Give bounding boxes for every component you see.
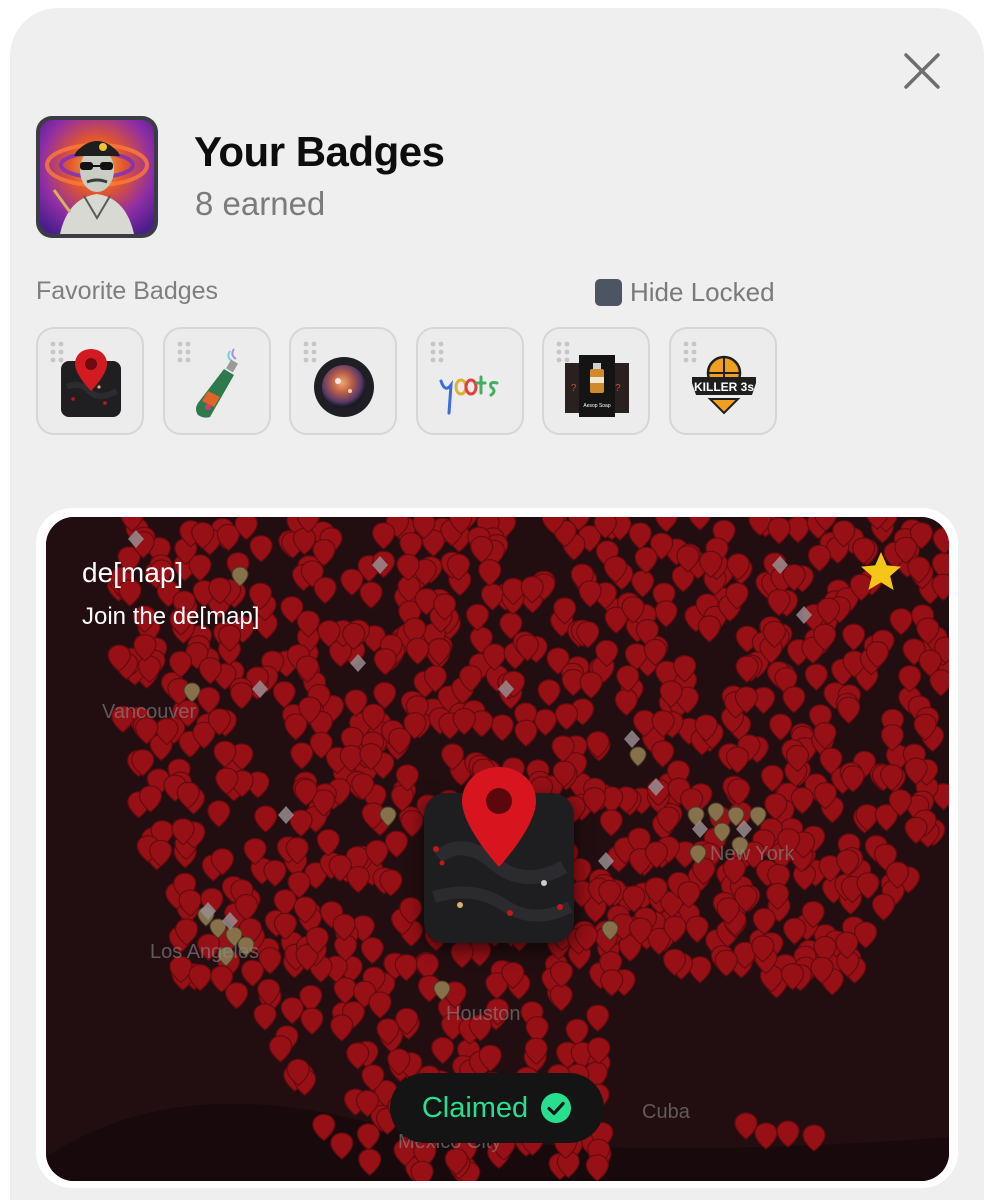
page-title: Your Badges (194, 128, 445, 175)
svg-text:?: ? (615, 383, 621, 394)
favorite-badge-aesop[interactable]: ? ? Aesop Soap (542, 327, 650, 435)
favorite-badges-label: Favorite Badges (36, 277, 219, 305)
svg-text:?: ? (571, 383, 577, 394)
map-label-vancouver: Vancouver (102, 701, 197, 723)
map-label-los-angeles: Los Angeles (150, 941, 259, 963)
demap-badge-image (424, 767, 574, 943)
badge-description: Join the de[map] (82, 603, 260, 630)
svg-text:KILLER 3s: KILLER 3s (694, 380, 754, 394)
map-label-houston: Houston (446, 1003, 521, 1025)
check-circle-icon (541, 1093, 572, 1123)
map-pin-icon (61, 349, 121, 417)
favorite-badge-bottle[interactable] (163, 327, 271, 435)
featured-badge-card[interactable]: Vancouver Los Angeles Houston New York C… (46, 517, 949, 1181)
avatar-image (40, 120, 154, 234)
map-label-new-york: New York (710, 843, 795, 865)
map-label-cuba: Cuba (642, 1101, 690, 1123)
star-icon[interactable] (858, 549, 904, 595)
close-button[interactable] (897, 46, 947, 96)
hide-locked-toggle[interactable]: Hide Locked (595, 277, 775, 308)
favorite-badge-killer3s[interactable]: KILLER 3s (669, 327, 777, 435)
badge-title: de[map] (82, 557, 184, 588)
favorite-badge-yoots[interactable] (416, 327, 524, 435)
avatar (36, 116, 158, 238)
hide-locked-label: Hide Locked (630, 277, 775, 307)
svg-text:Aesop Soap: Aesop Soap (583, 403, 610, 409)
map-pin-icon (432, 767, 573, 922)
bottle-icon (196, 348, 238, 418)
favorite-badge-orb[interactable] (289, 327, 397, 435)
favorite-badge-demap[interactable] (36, 327, 144, 435)
hide-locked-checkbox[interactable] (595, 279, 622, 306)
aesop-cards-icon: ? ? Aesop Soap (565, 355, 629, 417)
yoots-logo (439, 375, 499, 415)
claimed-status: Claimed (390, 1073, 604, 1143)
orb-icon (314, 357, 374, 417)
claimed-label: Claimed (421, 1091, 529, 1124)
earned-count: 8 earned (195, 185, 326, 222)
close-icon (904, 53, 940, 89)
basketball-logo: KILLER 3s (692, 355, 756, 415)
